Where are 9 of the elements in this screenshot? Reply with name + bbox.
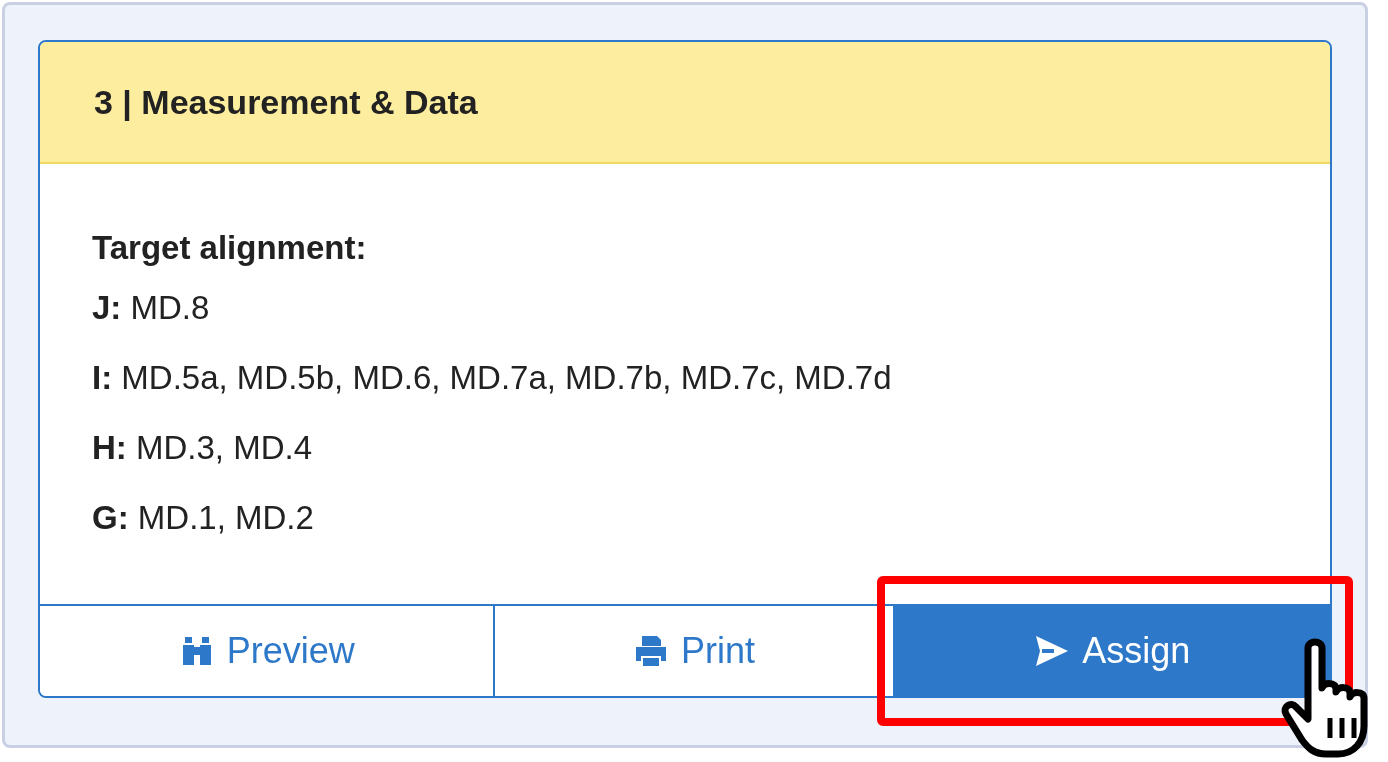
card-title: 3 | Measurement & Data (94, 81, 478, 123)
assign-button[interactable]: Assign (894, 604, 1330, 696)
alignment-line: I: MD.5a, MD.5b, MD.6, MD.7a, MD.7b, MD.7c, MD.7d (92, 358, 892, 398)
alignment-line: H: MD.3, MD.4 (92, 428, 313, 468)
alignment-line: J: MD.8 (92, 288, 210, 328)
alignment-heading: Target alignment: (92, 228, 367, 268)
print-button[interactable]: Print (495, 604, 895, 696)
alignment-line: G: MD.1, MD.2 (92, 498, 314, 538)
preview-button[interactable]: Preview (40, 604, 496, 696)
